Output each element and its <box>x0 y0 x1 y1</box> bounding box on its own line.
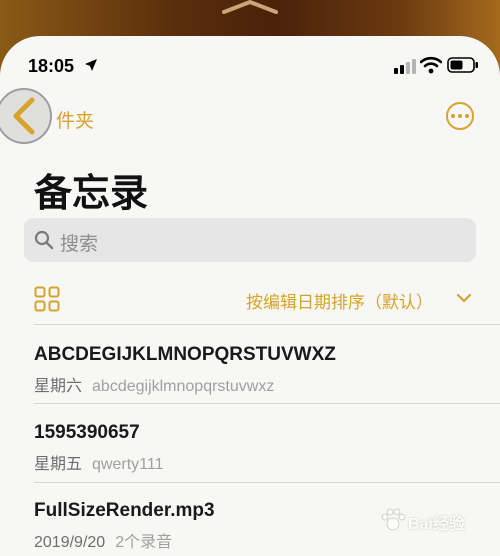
list-item[interactable]: 1595390657 星期五 qwerty111 <box>34 422 474 474</box>
battery-icon <box>447 57 478 73</box>
note-preview: abcdegijklmnopqrstuvwxz <box>92 378 275 395</box>
note-date: 星期六 <box>34 378 83 395</box>
watermark-text: Bai经验 <box>408 516 465 533</box>
paw-icon <box>381 508 406 531</box>
search-bar[interactable]: 搜索 <box>24 218 476 262</box>
divider <box>34 403 500 404</box>
sheet-handle-icon <box>222 0 278 14</box>
search-input[interactable]: 搜索 <box>60 229 98 256</box>
list-item[interactable]: ABCDEGIJKLMNOPQRSTUVWXZ 星期六 abcdegijklmno… <box>34 344 474 396</box>
sort-menu-button[interactable]: 按编辑日期排序（默认） <box>246 288 433 313</box>
divider <box>34 324 500 325</box>
ellipsis-icon <box>451 114 455 118</box>
note-preview: 2个录音 <box>115 534 173 551</box>
wifi-icon <box>420 56 442 74</box>
more-options-button[interactable] <box>446 102 474 130</box>
status-bar: 18:05 <box>0 36 500 92</box>
watermark-logo: Bai经验 <box>380 500 496 550</box>
cellular-signal-icon <box>394 59 416 74</box>
chevron-left-icon <box>13 97 35 135</box>
back-label[interactable]: 件夹 <box>56 106 94 133</box>
note-preview: qwerty111 <box>92 456 164 473</box>
notes-screen: 18:05 件夹 备忘录 搜索 按编辑日期排序（默认） ABCDEGIJKLMN… <box>0 36 500 556</box>
gallery-view-icon[interactable] <box>34 286 60 312</box>
divider <box>34 482 500 483</box>
chevron-down-icon[interactable] <box>456 292 472 304</box>
page-title: 备忘录 <box>34 173 149 215</box>
location-arrow-icon <box>85 59 97 71</box>
note-date: 星期五 <box>34 456 83 473</box>
search-icon <box>34 230 54 250</box>
status-time: 18:05 <box>28 56 75 76</box>
back-button[interactable] <box>0 88 52 144</box>
note-title: 1595390657 <box>34 422 140 443</box>
note-date: 2019/9/20 <box>34 534 106 551</box>
note-title: ABCDEGIJKLMNOPQRSTUVWXZ <box>34 344 336 365</box>
